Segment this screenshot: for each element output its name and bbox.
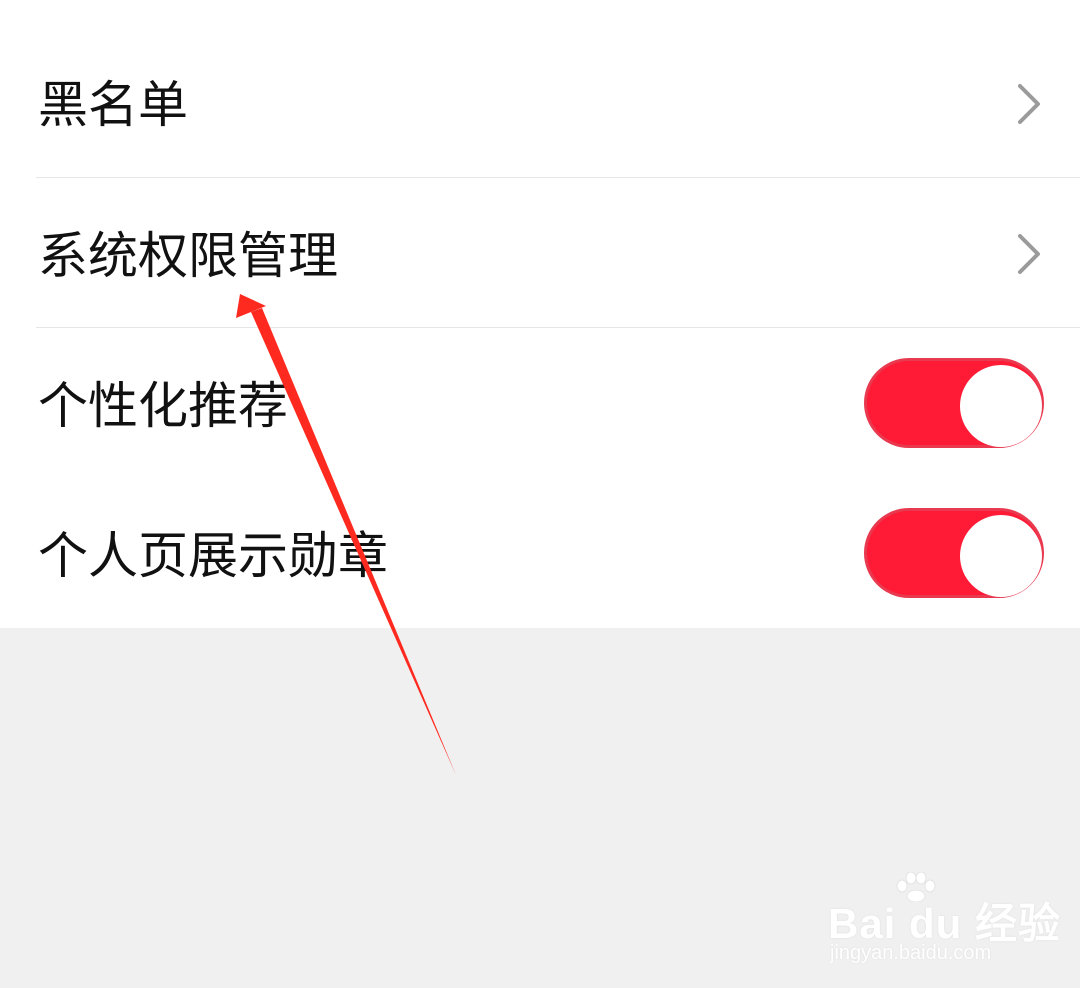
settings-row-personalized-recommendation: 个性化推荐 bbox=[0, 328, 1080, 478]
settings-row-label: 系统权限管理 bbox=[38, 227, 338, 285]
settings-list: 黑名单 系统权限管理 个性化推荐 个人页展示勋章 bbox=[0, 0, 1080, 628]
watermark: Bai du 经验 jingyan.baidu.com bbox=[828, 872, 1060, 972]
watermark-site: jingyan.baidu.com bbox=[830, 942, 992, 964]
settings-row-label: 黑名单 bbox=[38, 76, 188, 134]
settings-row-label: 个性化推荐 bbox=[38, 377, 288, 435]
chevron-right-icon bbox=[1018, 234, 1040, 274]
chevron-right-icon bbox=[1018, 84, 1040, 124]
profile-badges-toggle[interactable] bbox=[864, 508, 1044, 598]
settings-row-profile-badges: 个人页展示勋章 bbox=[0, 478, 1080, 628]
settings-row-blacklist[interactable]: 黑名单 bbox=[0, 0, 1080, 178]
personalized-recommendation-toggle[interactable] bbox=[864, 358, 1044, 448]
settings-row-system-permissions[interactable]: 系统权限管理 bbox=[0, 178, 1080, 328]
toggle-knob bbox=[960, 515, 1042, 597]
toggle-knob bbox=[960, 365, 1042, 447]
settings-row-label: 个人页展示勋章 bbox=[38, 527, 388, 585]
